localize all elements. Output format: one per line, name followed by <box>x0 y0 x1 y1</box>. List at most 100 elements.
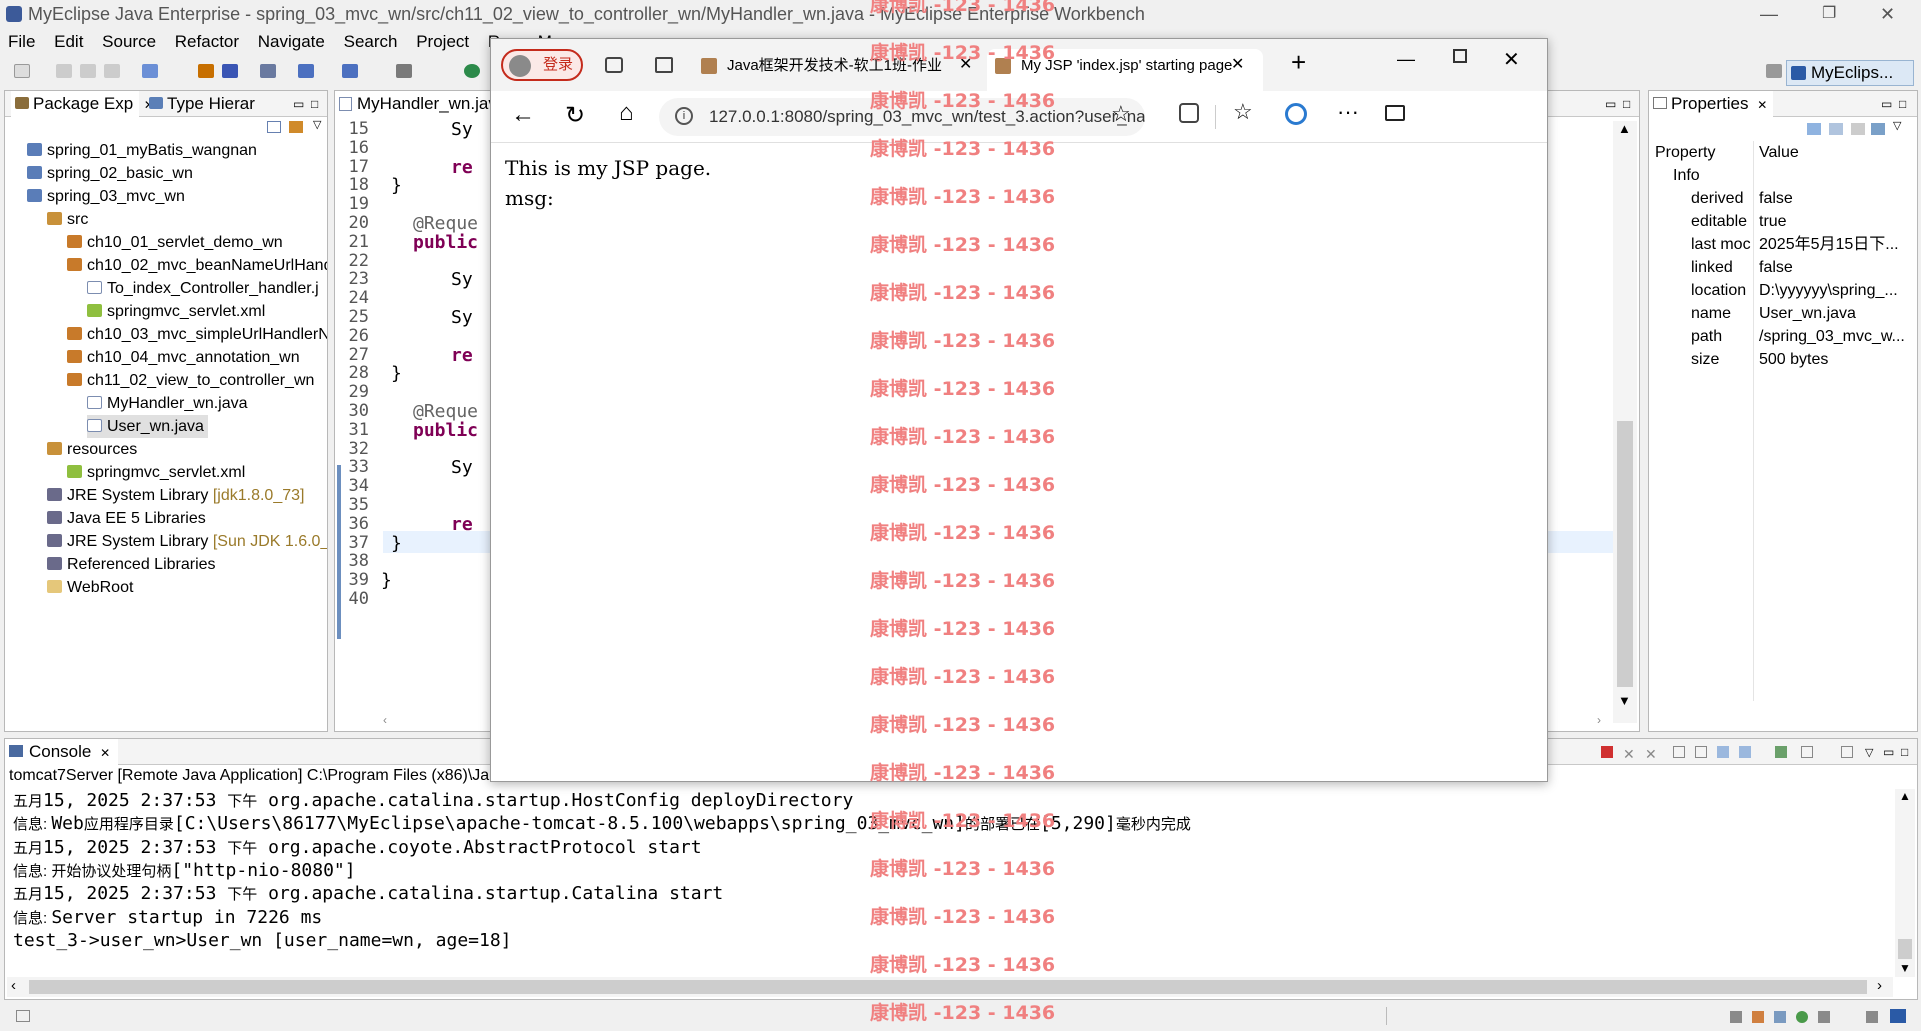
tree-file[interactable]: MyHandler_wn.java <box>87 392 248 415</box>
categories-icon[interactable] <box>1807 123 1821 135</box>
package-icon[interactable] <box>198 64 214 78</box>
minimize-icon[interactable]: — <box>1397 49 1415 70</box>
external-tools-icon[interactable] <box>396 64 412 78</box>
word-wrap-icon[interactable] <box>1717 746 1729 758</box>
tree-library[interactable]: JRE System Library [jdk1.8.0_73] <box>47 484 304 507</box>
tree-file[interactable]: springmvc_servlet.xml <box>87 300 265 323</box>
close-icon[interactable]: ✕ <box>1503 47 1520 72</box>
perspective-myeclipse[interactable]: MyEclips... <box>1786 60 1914 86</box>
menu-refactor[interactable]: Refactor <box>175 32 239 51</box>
new-wizard-icon[interactable] <box>142 64 158 78</box>
maximize-view-icon[interactable]: □ <box>1623 91 1630 117</box>
menu-project[interactable]: Project <box>416 32 469 51</box>
tab-type-hierarchy[interactable]: Type Hierar <box>145 91 255 117</box>
tab-console[interactable]: Console ✕ <box>5 739 119 766</box>
tree-package[interactable]: ch10_02_mvc_beanNameUrlHand <box>67 254 327 277</box>
property-value[interactable]: false <box>1759 187 1793 210</box>
status-icon[interactable] <box>1818 1011 1830 1023</box>
restore-default-icon[interactable] <box>1851 123 1865 135</box>
link-editor-icon[interactable] <box>289 121 303 133</box>
tree-file-selected[interactable]: User_wn.java <box>87 415 208 438</box>
property-value[interactable]: /spring_03_mvc_w... <box>1759 325 1905 348</box>
console-output[interactable]: 五月15, 2025 2:37:53 下午 org.apache.catalin… <box>5 789 1885 969</box>
show-console-icon[interactable] <box>1739 746 1751 758</box>
tree-library[interactable]: Referenced Libraries <box>47 553 216 576</box>
property-value[interactable]: User_wn.java <box>1759 302 1856 325</box>
refresh-icon[interactable]: ↻ <box>565 101 585 130</box>
property-value[interactable]: true <box>1759 210 1787 233</box>
new-icon[interactable] <box>14 64 30 78</box>
tree-resources-folder[interactable]: resources <box>47 438 137 461</box>
tree-package[interactable]: ch10_04_mvc_annotation_wn <box>67 346 300 369</box>
status-icon[interactable] <box>1866 1011 1878 1023</box>
scroll-down-icon[interactable]: ▼ <box>1618 693 1631 708</box>
property-value[interactable]: 500 bytes <box>1759 348 1828 371</box>
maximize-view-icon[interactable]: □ <box>1899 91 1906 117</box>
minimize-view-icon[interactable]: ▭ <box>293 91 304 117</box>
status-icon[interactable] <box>1730 1011 1742 1023</box>
view-menu-icon[interactable]: ▽ <box>313 118 321 131</box>
browser-tab-homework[interactable]: Java框架开发技术-软工1班-作业 <box>693 49 951 83</box>
menu-edit[interactable]: Edit <box>54 32 83 51</box>
scroll-left-icon[interactable]: ‹ <box>383 713 387 727</box>
open-console-icon[interactable] <box>1841 746 1853 758</box>
tree-src-folder[interactable]: src <box>47 208 88 231</box>
save-all-icon[interactable] <box>80 64 96 78</box>
scrollbar-thumb[interactable] <box>1898 939 1912 959</box>
property-value[interactable]: false <box>1759 256 1793 279</box>
filter-icon[interactable] <box>1829 123 1843 135</box>
minimize-view-icon[interactable]: ▭ <box>1881 91 1892 117</box>
minimize-icon[interactable]: — <box>1760 0 1778 28</box>
server-icon[interactable] <box>260 64 276 78</box>
close-tab-icon[interactable]: ✕ <box>100 746 110 760</box>
sidebar-icon[interactable] <box>1385 105 1405 121</box>
scroll-down-icon[interactable]: ▼ <box>1899 961 1911 975</box>
tree-package[interactable]: ch10_03_mvc_simpleUrlHandlerN <box>67 323 327 346</box>
browser-tab-jsp[interactable]: My JSP 'index.jsp' starting page <box>987 49 1263 91</box>
maximize-view-icon[interactable]: □ <box>1901 739 1908 765</box>
maximize-icon[interactable] <box>1453 49 1467 63</box>
tree-folder[interactable]: WebRoot <box>47 576 133 599</box>
menu-search[interactable]: Search <box>344 32 398 51</box>
close-tab-icon[interactable]: ✕ <box>959 54 972 74</box>
remove-launch-icon[interactable]: ✕ <box>1623 741 1635 767</box>
debug-icon[interactable] <box>298 64 314 78</box>
tree-project-3[interactable]: spring_03_mvc_wn <box>27 185 185 208</box>
tree-project-2[interactable]: spring_02_basic_wn <box>27 162 193 185</box>
scroll-left-icon[interactable]: ‹ <box>11 977 16 994</box>
address-bar[interactable]: i 127.0.0.1:8080/spring_03_mvc_wn/test_3… <box>659 98 1145 136</box>
tree-file[interactable]: To_index_Controller_handler.j <box>87 277 319 300</box>
login-button[interactable]: 登录 <box>501 49 583 81</box>
vertical-scrollbar[interactable]: ▲ ▼ <box>1895 789 1915 977</box>
minimize-view-icon[interactable]: ▭ <box>1883 739 1894 765</box>
close-tab-icon[interactable]: ✕ <box>1231 54 1244 74</box>
status-icon[interactable] <box>1774 1011 1786 1023</box>
new-tab-icon[interactable]: + <box>1291 47 1306 78</box>
collapse-all-icon[interactable] <box>267 121 281 133</box>
status-icon[interactable] <box>1796 1011 1808 1023</box>
web-icon[interactable] <box>464 64 480 78</box>
scroll-up-icon[interactable]: ▲ <box>1618 121 1631 136</box>
property-value[interactable]: D:\yyyyyy\spring_... <box>1759 279 1898 302</box>
scroll-right-icon[interactable]: › <box>1877 977 1882 994</box>
scrollbar-thumb[interactable] <box>1617 421 1633 687</box>
save-icon[interactable] <box>56 64 72 78</box>
tab-package-explorer[interactable]: Package Exp ✕ <box>11 91 154 118</box>
close-icon[interactable]: ✕ <box>1880 0 1895 28</box>
minimize-view-icon[interactable]: ▭ <box>1605 91 1616 117</box>
open-perspective-icon[interactable] <box>1766 64 1782 78</box>
property-value[interactable]: 2025年5月15日下... <box>1759 233 1899 256</box>
menu-source[interactable]: Source <box>102 32 156 51</box>
favorite-star-icon[interactable]: ☆ <box>1111 101 1131 127</box>
vertical-scrollbar[interactable]: ▲ ▼ <box>1613 121 1637 723</box>
status-icon[interactable] <box>1752 1011 1764 1023</box>
pin-icon[interactable] <box>1871 123 1885 135</box>
scroll-lock-icon[interactable] <box>1695 746 1707 758</box>
pin-console-icon[interactable] <box>1775 746 1787 758</box>
restore-icon[interactable]: ❐ <box>1822 0 1836 28</box>
remove-all-icon[interactable]: ✕ <box>1645 741 1657 767</box>
scroll-right-icon[interactable]: › <box>1597 713 1601 727</box>
scrollbar-thumb[interactable] <box>29 980 1867 994</box>
tab-myhandler[interactable]: MyHandler_wn.jav <box>335 91 497 117</box>
back-icon[interactable]: ← <box>511 101 535 129</box>
